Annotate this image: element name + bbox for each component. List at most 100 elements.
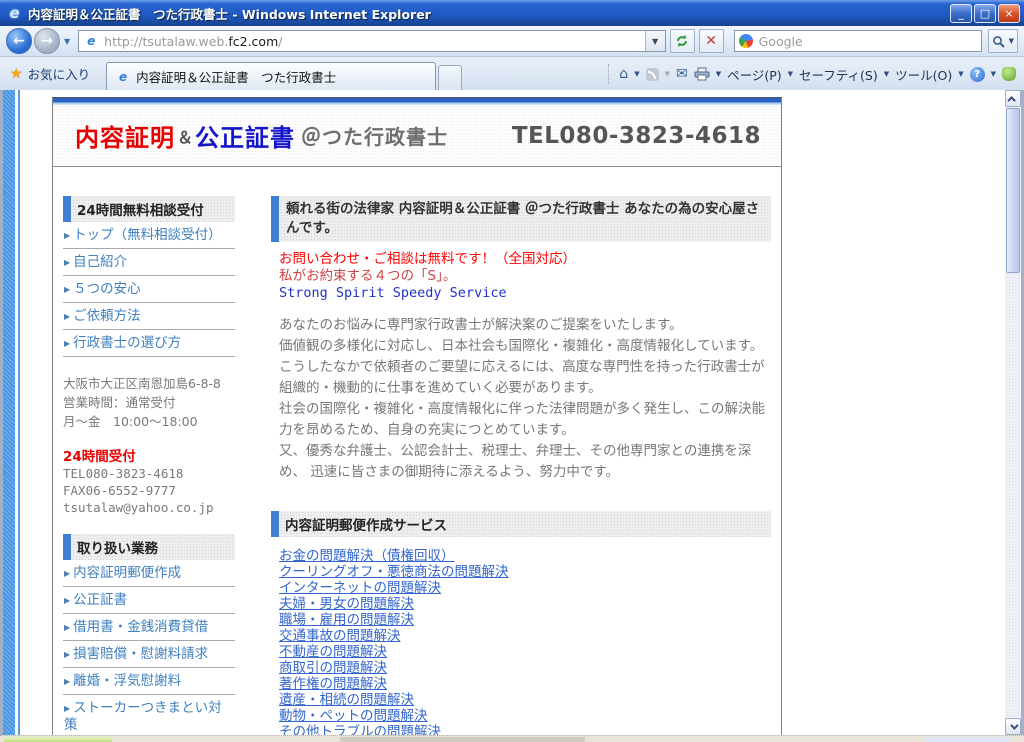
sidebar-menu-item[interactable]: ▶自己紹介	[63, 249, 235, 276]
service-link[interactable]: 動物・ペットの問題解決	[279, 708, 771, 724]
url-dropdown-button[interactable]: ▼	[645, 31, 665, 51]
arrow-bullet-icon: ▶	[64, 339, 70, 348]
service-link[interactable]: 著作権の問題解決	[279, 676, 771, 692]
tab-favicon: e	[115, 70, 131, 84]
nav-history-dropdown[interactable]: ▼	[64, 37, 70, 46]
paragraph: 価値観の多様化に対応し、日本社会も国際化・複雑化・高度情報化しています。	[279, 336, 771, 357]
sidebar-section2-title: 取り扱い業務	[77, 537, 158, 557]
url-field[interactable]: e http://tsutalaw.web.fc2.com/ ▼	[78, 30, 665, 52]
help-button[interactable]: ?	[970, 67, 985, 82]
arrow-bullet-icon: ▶	[64, 650, 70, 659]
scroll-down-button[interactable]	[1005, 718, 1021, 735]
home-button[interactable]: ⌂	[619, 66, 628, 82]
service-link[interactable]: お金の問題解決（債権回収）	[279, 548, 771, 564]
scroll-up-button[interactable]	[1005, 90, 1021, 107]
paragraph: あなたのお悩みに専門家行政書士が解決案のご提案をいたします。	[279, 315, 771, 336]
tools-menu-dropdown[interactable]: ▼	[958, 70, 963, 78]
paragraph: 社会の国際化・複雑化・高度情報化に伴った法律問題が多く発生し、この解決能力を昂め…	[279, 399, 771, 441]
url-text: http://tsutalaw.web.fc2.com/	[104, 34, 644, 49]
sidebar-section1-title: 24時間無料相談受付	[77, 199, 204, 219]
page-menu-dropdown[interactable]: ▼	[788, 70, 793, 78]
ie-logo-icon: e	[6, 4, 23, 22]
new-tab-button[interactable]	[438, 65, 462, 90]
search-button[interactable]: ▼	[988, 29, 1018, 53]
sidebar-menu-label: 損害賠償・慰謝料請求	[73, 646, 208, 662]
maximize-button[interactable]: □	[974, 4, 996, 23]
sidebar-menu-item[interactable]: ▶借用書・金銭消費貸借	[63, 614, 235, 641]
arrow-bullet-icon: ▶	[64, 285, 70, 294]
arrow-bullet-icon: ▶	[64, 569, 70, 578]
star-icon: ★	[10, 66, 23, 82]
service-link[interactable]: 不動産の問題解決	[279, 644, 771, 660]
sidebar-menu-label: 内容証明郵便作成	[73, 565, 181, 581]
service-link[interactable]: クーリングオフ・悪徳商法の問題解決	[279, 564, 771, 580]
refresh-icon	[675, 34, 689, 48]
site-header: 内容証明 ＆ 公正証書 ＠つた行政書士 TEL080-3823-4618	[53, 105, 781, 167]
sidebar-menu-item[interactable]: ▶内容証明郵便作成	[63, 560, 235, 587]
sidebar-menu-2: ▶内容証明郵便作成▶公正証書▶借用書・金銭消費貸借▶損害賠償・慰謝料請求▶離婚・…	[63, 560, 235, 735]
stop-button[interactable]: ✕	[699, 29, 724, 53]
feeds-dropdown[interactable]: ▼	[665, 70, 670, 78]
sidebar-menu-item[interactable]: ▶離婚・浮気慰謝料	[63, 668, 235, 695]
service-link[interactable]: 交通事故の問題解決	[279, 628, 771, 644]
print-dropdown[interactable]: ▼	[716, 70, 721, 78]
page-menu[interactable]: ページ(P)	[727, 65, 782, 84]
sidebar-menu-label: トップ（無料相談受付）	[73, 227, 222, 243]
sidebar-menu-item[interactable]: ▶公正証書	[63, 587, 235, 614]
sidebar-section1-header: 24時間無料相談受付	[63, 196, 235, 222]
promise-line: 私がお約束する４つの「S」。	[279, 268, 771, 285]
close-button[interactable]: ×	[998, 4, 1020, 23]
service-link[interactable]: 遺産・相続の問題解決	[279, 692, 771, 708]
refresh-button[interactable]	[670, 29, 695, 53]
vertical-scrollbar[interactable]	[1005, 90, 1021, 735]
service-link[interactable]: 商取引の問題解決	[279, 660, 771, 676]
safety-menu[interactable]: セーフティ(S)	[799, 65, 878, 84]
home-dropdown[interactable]: ▼	[634, 70, 639, 78]
section-accent-bar	[271, 511, 279, 537]
read-mail-button[interactable]: ✉	[676, 66, 688, 82]
section-accent-bar	[63, 534, 71, 560]
arrow-bullet-icon: ▶	[64, 596, 70, 605]
minimize-button[interactable]: _	[950, 4, 972, 23]
sidebar-menu-item[interactable]: ▶行政書士の選び方	[63, 330, 235, 357]
service-link[interactable]: 職場・雇用の問題解決	[279, 612, 771, 628]
command-bar: ⌂ ▼ ▼ ✉ ▼ ページ(P) ▼ セーフティ(S) ▼ ツール(O) ▼ ?…	[608, 64, 1024, 90]
messenger-icon[interactable]	[1002, 67, 1016, 81]
service-link[interactable]: 夫婦・男女の問題解決	[279, 596, 771, 612]
sidebar-menu-label: 離婚・浮気慰謝料	[73, 673, 181, 689]
service-link[interactable]: その他トラブルの問題解決	[279, 724, 771, 735]
site-title-blue: 公正証書	[195, 118, 295, 153]
sidebar-menu-label: ご依頼方法	[73, 308, 141, 324]
service-link[interactable]: インターネットの問題解決	[279, 580, 771, 596]
sidebar-menu-item[interactable]: ▶ストーカーつきまとい対策	[63, 695, 235, 735]
search-input[interactable]: Google	[734, 30, 982, 52]
sidebar-menu-item[interactable]: ▶ご依頼方法	[63, 303, 235, 330]
free-consultation-line: お問い合わせ・ご相談は無料です！（全国対応）	[279, 251, 771, 268]
scrollbar-thumb[interactable]	[1006, 108, 1020, 273]
forward-button[interactable]: →	[34, 28, 60, 54]
help-dropdown[interactable]: ▼	[991, 70, 996, 78]
print-button[interactable]	[694, 67, 710, 81]
tab-active[interactable]: e 内容証明＆公正証書 つた行政書士	[106, 62, 436, 90]
separator	[608, 64, 609, 84]
intro-header-box: 頼れる街の法律家 内容証明＆公正証書 ＠つた行政書士 あなたの為の安心屋さんです…	[271, 196, 771, 242]
safety-menu-dropdown[interactable]: ▼	[884, 70, 889, 78]
sidebar-menu-item[interactable]: ▶５つの安心	[63, 276, 235, 303]
favorites-button[interactable]: ★ お気に入り	[0, 64, 100, 90]
site-title-sub: ＠つた行政書士	[301, 121, 448, 150]
status-zone-segment	[925, 737, 1010, 742]
page-favicon: e	[83, 34, 99, 48]
sidebar-section2-header: 取り扱い業務	[63, 534, 235, 560]
google-logo-icon	[739, 34, 753, 48]
sidebar-menu-item[interactable]: ▶トップ（無料相談受付）	[63, 222, 235, 249]
search-options-dropdown[interactable]: ▼	[1009, 37, 1014, 45]
header-top-gradient	[53, 98, 781, 105]
url-suffix: /	[278, 34, 282, 49]
site-title-red: 内容証明	[75, 118, 175, 153]
feeds-icon[interactable]	[646, 68, 659, 81]
back-button[interactable]: ←	[6, 28, 32, 54]
arrow-bullet-icon: ▶	[64, 258, 70, 267]
sidebar-menu-item[interactable]: ▶損害賠償・慰謝料請求	[63, 641, 235, 668]
tools-menu[interactable]: ツール(O)	[895, 65, 952, 84]
tab-bar: ★ お気に入り e 内容証明＆公正証書 つた行政書士 ⌂ ▼ ▼ ✉ ▼ ページ…	[0, 57, 1024, 90]
